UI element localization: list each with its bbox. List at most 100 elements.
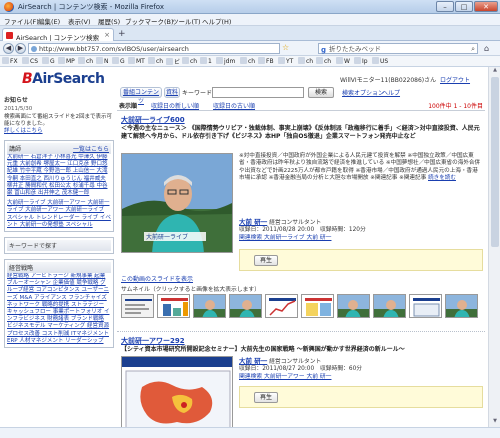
bookmark-item[interactable]: FX	[2, 57, 18, 65]
sort-tabs: 表示順 収録日の新しい順 収録日の古い順 100件中 1 - 10件目	[117, 101, 485, 111]
tab-airsearch[interactable]: AirSearch | コンテンツ検索 ×	[2, 28, 114, 42]
url-bar[interactable]: http://www.bbt757.com/svlBOS/user/airsea…	[28, 43, 280, 54]
notice-heading: お知らせ	[4, 97, 28, 104]
bookmark-item[interactable]: ch	[148, 57, 163, 65]
sector-links[interactable]: 経営戦略 アービトラージ 新規事業 起業 ブルーオーシャン 企業価値 競争戦略 …	[7, 273, 111, 345]
related-search[interactable]: 関連検索 大前研一アワー 大前 研一	[239, 374, 483, 381]
tab-program-contents[interactable]: 番組コンテンツ	[120, 87, 162, 105]
globe-icon	[31, 46, 37, 52]
scroll-up-icon[interactable]: ▲	[489, 67, 500, 76]
menu-edit[interactable]: 編集(E)	[38, 16, 60, 26]
slide-thumbnail[interactable]	[193, 294, 226, 318]
lecturer-name[interactable]: 大前 研一	[239, 357, 267, 365]
show-slides-link[interactable]: この動画のスライドを表示	[121, 274, 193, 283]
result-title[interactable]: 大前研一ライブ600	[121, 115, 185, 125]
slide-thumbnail[interactable]	[373, 294, 406, 318]
slide-thumbnail[interactable]	[301, 294, 334, 318]
search-options-link[interactable]: 検索オプション	[342, 88, 384, 97]
maximize-button[interactable]: □	[455, 1, 473, 12]
bookmark-item[interactable]: N	[96, 57, 109, 65]
menu-bookmarks[interactable]: ブックマーク(B)	[125, 16, 174, 26]
logout-link[interactable]: ログアウト	[440, 75, 470, 84]
scroll-thumb[interactable]	[491, 77, 499, 247]
back-button[interactable]: ◀	[3, 43, 14, 54]
keyword-heading[interactable]: キーワードで探す	[7, 240, 111, 252]
bookmark-item[interactable]: MT	[128, 57, 145, 65]
menu-tools[interactable]: ツール(T)	[172, 16, 201, 26]
menu-help[interactable]: ヘルプ(H)	[202, 16, 231, 26]
new-tab-button[interactable]: +	[118, 29, 126, 39]
bookmark-star-icon[interactable]: ☆	[282, 43, 289, 52]
series-links[interactable]: 大前研一ライブ 大前研一アワー 大前研一ライブ 大前研一アワー 大前研一ライブ …	[7, 200, 111, 229]
result-item: 大前研一アワー292 【シティ資本市場研究所開設記念セミナー】大前先生の国家戦略…	[117, 332, 485, 427]
related-search[interactable]: 関連検索 大前研一ライブ 大前 研一	[239, 235, 483, 242]
svg-text:大前研一ライブ: 大前研一ライブ	[146, 233, 188, 241]
minimize-button[interactable]: –	[436, 1, 454, 12]
video-thumbnail[interactable]: 大前研一ライブ	[121, 153, 233, 253]
search-icon[interactable]: ⌕	[471, 44, 475, 54]
bookmark-item[interactable]: G	[42, 57, 55, 65]
bookmark-item[interactable]: ch	[316, 57, 331, 65]
sort-oldest[interactable]: 収録日の古い順	[213, 101, 255, 110]
slide-thumbnail[interactable]	[337, 294, 370, 318]
bookmark-item[interactable]: G	[112, 57, 125, 65]
lecturers-panel: 講師 一覧はこちら 大前研一 石倉洋子 小林喜光 中澤久 伊藤元重 大前創希 堺…	[4, 140, 114, 233]
forward-button[interactable]: ▶	[15, 43, 26, 54]
bookmark-item[interactable]: jdm	[216, 57, 235, 65]
window-titlebar: AirSearch | コンテンツ検索 - Mozilla Firefox – …	[0, 0, 500, 14]
bookmark-item[interactable]: ch	[78, 57, 93, 65]
menu-view[interactable]: 表示(V)	[68, 16, 91, 26]
vertical-scrollbar[interactable]: ▲ ▼	[488, 67, 500, 427]
help-link[interactable]: ヘルプ	[382, 88, 400, 97]
play-button[interactable]: 再生	[254, 392, 278, 403]
menu-bar: ファイル(F) 編集(E) 表示(V) 履歴(S) ブックマーク(B) ツール(…	[0, 14, 500, 26]
read-more-link[interactable]: 続きを読む	[428, 175, 456, 181]
main-navigation: 番組コンテンツ 資料 キーワード 検索 検索オプション ヘルプ	[120, 87, 488, 105]
menu-history[interactable]: 履歴(S)	[98, 16, 120, 26]
slide-thumbnail[interactable]	[409, 294, 442, 318]
bookmark-item[interactable]: ch	[182, 57, 197, 65]
slide-thumbnail[interactable]	[121, 294, 154, 318]
scroll-down-icon[interactable]: ▼	[489, 418, 500, 427]
home-icon[interactable]: ⌂	[484, 44, 489, 53]
bookmark-item[interactable]: ビ	[166, 57, 180, 66]
lecturer-name[interactable]: 大前 研一	[239, 218, 267, 226]
notice-more-link[interactable]: 詳しくはこちら	[4, 128, 114, 135]
keyword-label: キーワード	[182, 90, 213, 97]
slide-thumbnail[interactable]	[229, 294, 262, 318]
sector-panel: 経営戦略 経営戦略 アービトラージ 新規事業 起業 ブルーオーシャン 企業価値 …	[4, 259, 114, 349]
slide-thumbnail[interactable]	[445, 294, 478, 318]
slide-thumbnail[interactable]	[265, 294, 298, 318]
close-button[interactable]: ✕	[474, 1, 498, 12]
bookmark-item[interactable]: W	[336, 57, 350, 65]
menu-file[interactable]: ファイル(F)	[4, 16, 39, 26]
result-count: 100件中 1 - 10件目	[428, 103, 483, 110]
tab-close-icon[interactable]: ×	[104, 31, 110, 39]
slide-preview[interactable]	[121, 356, 233, 427]
keyword-input[interactable]	[212, 87, 304, 98]
lecturer-photo: 大前研一ライブ	[122, 154, 232, 252]
sort-default[interactable]: 表示順	[119, 101, 137, 110]
bookmark-item[interactable]: Ip	[354, 57, 368, 65]
sector-heading[interactable]: 経営戦略	[7, 262, 111, 274]
play-button[interactable]: 再生	[254, 255, 278, 266]
result-subtitle: ＜今週の主なニュース＞ 《国際情勢ウリビア・独裁体制、事実上崩壊》《反体制派「政…	[121, 125, 480, 140]
bookmark-item[interactable]: ch	[240, 57, 255, 65]
bookmark-item[interactable]: MP	[58, 57, 75, 65]
bookmark-item[interactable]: ch	[298, 57, 313, 65]
play-box: 再生	[239, 249, 483, 271]
bookmark-item[interactable]: YT	[278, 57, 293, 65]
slide-thumbnail[interactable]	[157, 294, 190, 318]
result-title[interactable]: 大前研一アワー292	[121, 336, 185, 346]
bookmark-item[interactable]: CS	[22, 57, 38, 65]
bookmark-item[interactable]: 1	[200, 57, 212, 65]
bookmark-item[interactable]: US	[372, 57, 388, 65]
search-engine-box[interactable]: g 折りたたみベッド ⌕	[318, 43, 478, 54]
airsearch-logo[interactable]: BAirSearch	[22, 71, 105, 87]
tab-materials[interactable]: 資料	[164, 87, 180, 98]
search-button[interactable]: 検索	[308, 87, 334, 98]
lecturer-links[interactable]: 大前研一 石倉洋子 小林喜光 中澤久 伊藤元重 大前創希 堺屋太一 江口克彦 野…	[7, 154, 111, 197]
bookmark-item[interactable]: FB	[258, 57, 274, 65]
lecturers-list-link[interactable]: 一覧はこちら	[73, 144, 109, 153]
sort-newest[interactable]: 収録日の新しい順	[151, 101, 199, 110]
